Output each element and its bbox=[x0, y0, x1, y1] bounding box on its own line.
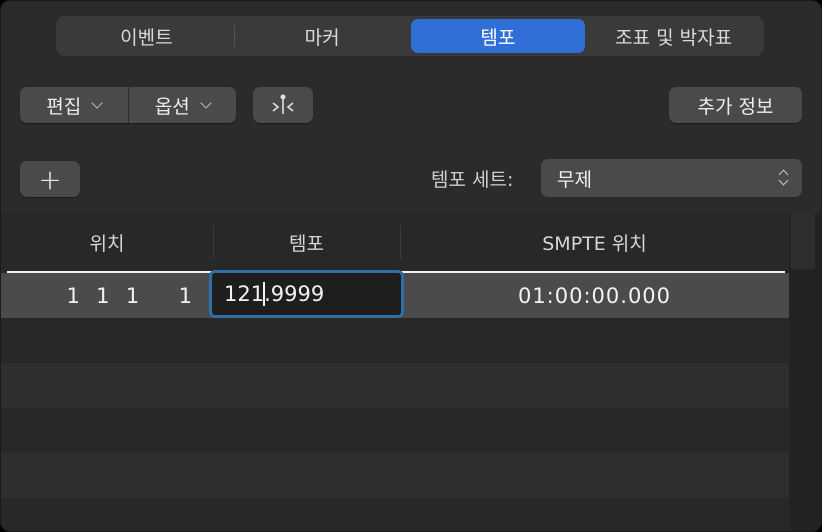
options-menu-label: 옵션 bbox=[154, 95, 190, 118]
table-row-empty bbox=[1, 363, 789, 408]
catch-playhead-button[interactable] bbox=[253, 87, 313, 123]
table-row-empty bbox=[1, 453, 789, 498]
tab-markers[interactable]: 마커 bbox=[235, 19, 410, 53]
catch-playhead-icon bbox=[272, 94, 294, 114]
tempo-set-select[interactable]: 무제 bbox=[541, 159, 802, 197]
tempo-input[interactable]: 121.9999 bbox=[209, 270, 404, 318]
chevron-down-icon bbox=[200, 96, 212, 109]
table-header: 위치 템포 SMPTE 위치 bbox=[1, 213, 789, 271]
tab-tempo[interactable]: 템포 bbox=[410, 19, 586, 53]
column-header-position[interactable]: 위치 bbox=[1, 213, 213, 271]
edit-menu-label: 편집 bbox=[46, 95, 82, 118]
smpte-position-cell: 01:00:00.000 bbox=[517, 283, 672, 308]
tab-events[interactable]: 이벤트 bbox=[59, 19, 234, 53]
tab-signatures[interactable]: 조표 및 박자표 bbox=[586, 19, 761, 53]
column-header-smpte[interactable]: SMPTE 위치 bbox=[400, 213, 789, 271]
table-row[interactable]: 1 1 1 1 121.9999 01:00:00.000 bbox=[1, 270, 789, 318]
tempo-value-before-caret: 121 bbox=[224, 282, 265, 306]
more-info-label: 추가 정보 bbox=[697, 95, 774, 118]
tempo-set-label: 템포 세트: bbox=[431, 169, 514, 191]
table-row-empty bbox=[1, 498, 789, 531]
plus-icon: + bbox=[38, 162, 62, 196]
edit-options-group: 편집 옵션 bbox=[20, 87, 236, 123]
options-menu-button[interactable]: 옵션 bbox=[129, 87, 237, 123]
tab-bar: 이벤트 마커 템포 조표 및 박자표 bbox=[56, 16, 764, 56]
table-row-empty bbox=[1, 408, 789, 453]
column-header-tempo[interactable]: 템포 bbox=[213, 213, 400, 271]
chevron-down-icon bbox=[91, 96, 103, 109]
up-down-chevron-icon bbox=[778, 167, 790, 189]
table-row-empty bbox=[1, 318, 789, 363]
tempo-set-value: 무제 bbox=[557, 168, 592, 191]
position-cell: 1 1 1 1 bbox=[66, 283, 193, 308]
edit-menu-button[interactable]: 편집 bbox=[20, 87, 128, 123]
tempo-value-after-caret: .9999 bbox=[264, 282, 325, 306]
tempo-table: 위치 템포 SMPTE 위치 1 1 1 1 121.9999 01:00:00… bbox=[1, 213, 789, 531]
tempo-list-window: 이벤트 마커 템포 조표 및 박자표 편집 옵션 추가 정보 + 템포 세트: bbox=[0, 0, 822, 532]
add-tempo-set-button[interactable]: + bbox=[20, 161, 80, 197]
more-info-button[interactable]: 추가 정보 bbox=[669, 87, 802, 123]
scrollbar-thumb[interactable] bbox=[791, 213, 815, 269]
